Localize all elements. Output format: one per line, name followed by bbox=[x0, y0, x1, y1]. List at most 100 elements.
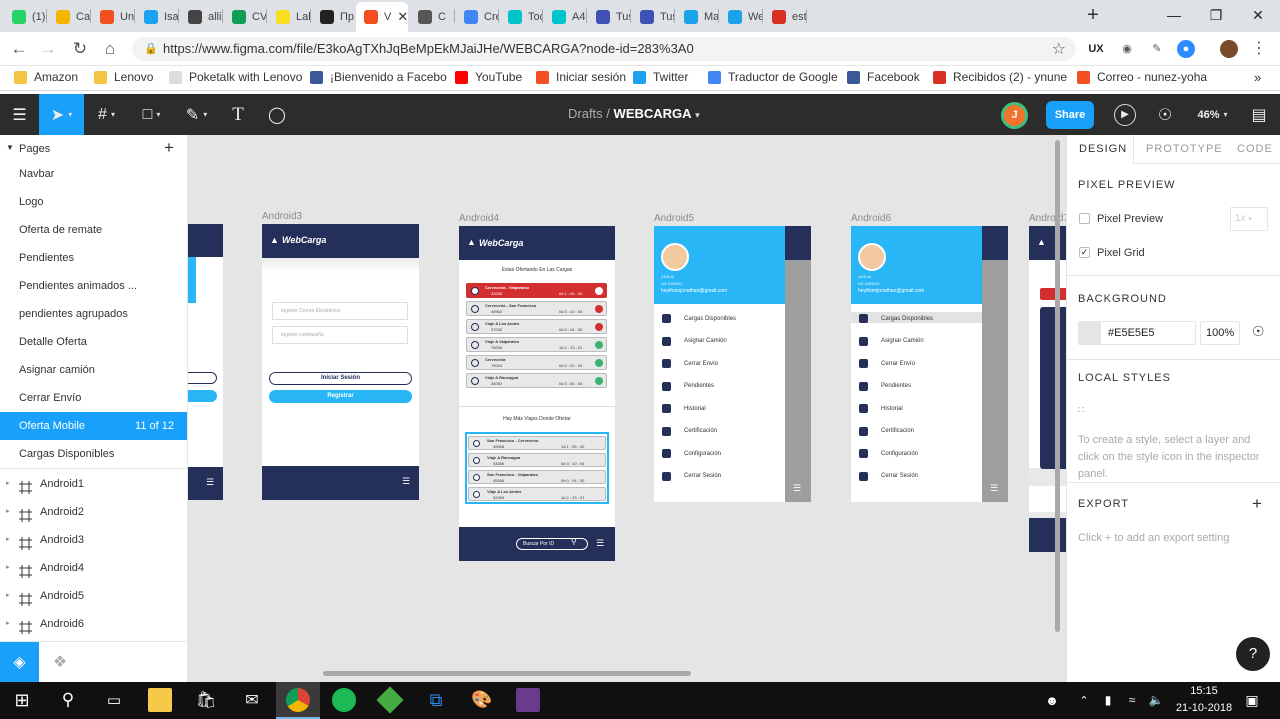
forward-button[interactable]: → bbox=[38, 39, 58, 59]
frame-android2[interactable]: ☰ bbox=[188, 224, 223, 500]
bookmark-item[interactable]: Correo - nunez-yoha bbox=[1077, 70, 1207, 84]
add-export-icon[interactable]: + bbox=[1252, 494, 1262, 514]
frame-label-android5[interactable]: Android5 bbox=[654, 213, 694, 224]
browser-tab[interactable]: allis bbox=[180, 2, 222, 32]
browser-tab[interactable]: Todc bbox=[500, 2, 542, 32]
back-button[interactable]: ← bbox=[9, 39, 29, 59]
people-icon[interactable]: ☻ bbox=[1040, 688, 1064, 712]
home-icon[interactable]: ⌂ bbox=[100, 39, 120, 59]
clock-time[interactable]: 15:15 bbox=[1173, 685, 1235, 697]
bookmark-item[interactable]: Twitter bbox=[633, 70, 688, 84]
vscode-icon[interactable]: ⧉ bbox=[424, 688, 448, 712]
frame-android3[interactable]: ▲ WebCarga Ingrese Correo Electrónico In… bbox=[262, 224, 419, 500]
browser-tab[interactable]: Labc bbox=[268, 2, 310, 32]
pixel-preview-checkbox[interactable] bbox=[1079, 213, 1090, 224]
clock-date[interactable]: 21-10-2018 bbox=[1173, 702, 1235, 714]
layer-row[interactable]: ▸ Android3 bbox=[0, 526, 187, 554]
bookmark-item[interactable]: Poketalk with Lenovo bbox=[169, 70, 302, 84]
help-button[interactable]: ? bbox=[1236, 637, 1270, 671]
new-tab-button[interactable]: + bbox=[1083, 4, 1103, 26]
page-item[interactable]: Navbar bbox=[0, 160, 187, 188]
library-book-icon[interactable]: ▤ bbox=[1244, 94, 1274, 135]
browser-tab[interactable]: Tus bbox=[588, 2, 630, 32]
bookmark-item[interactable]: YouTube bbox=[455, 70, 522, 84]
browser-tab[interactable]: Web bbox=[720, 2, 762, 32]
horizontal-scrollbar[interactable] bbox=[323, 671, 691, 676]
bookmark-item[interactable]: Facebook bbox=[847, 70, 920, 84]
url-bar[interactable]: 🔒 https://www.figma.com/file/E3koAgTXhJq… bbox=[132, 37, 1076, 61]
profile-avatar[interactable] bbox=[1220, 40, 1238, 58]
expand-caret-icon[interactable]: ▸ bbox=[6, 610, 10, 638]
zoom-extension-icon[interactable]: ● bbox=[1177, 40, 1195, 58]
mail-icon[interactable]: ✉ bbox=[240, 688, 264, 712]
layers-icon[interactable]: ◈ bbox=[0, 642, 39, 683]
git-icon[interactable] bbox=[376, 686, 404, 714]
bookmark-item[interactable]: Lenovo bbox=[94, 70, 153, 84]
volume-icon[interactable]: 🔈 bbox=[1144, 688, 1168, 712]
browser-tab[interactable]: V ✕ bbox=[356, 2, 408, 32]
ux-extension-icon[interactable]: UX bbox=[1087, 40, 1105, 58]
store-icon[interactable]: 🛍 bbox=[194, 688, 218, 712]
expand-caret-icon[interactable]: ▸ bbox=[6, 470, 10, 498]
close-window-button[interactable]: ✕ bbox=[1244, 4, 1272, 26]
vertical-scrollbar[interactable] bbox=[1055, 140, 1060, 632]
frame-android7[interactable]: ▲ bbox=[1029, 226, 1066, 552]
file-explorer-icon[interactable] bbox=[148, 688, 172, 712]
reload-button[interactable]: ↻ bbox=[70, 39, 90, 59]
browser-tab[interactable]: CV E bbox=[224, 2, 266, 32]
page-item[interactable]: Asignar camión bbox=[0, 356, 187, 384]
frame-android4[interactable]: ▲ WebCarga Estas Ofertando En Las Cargas… bbox=[459, 226, 615, 561]
pen-tool[interactable]: ✎ ▾ bbox=[174, 94, 219, 135]
layer-row[interactable]: ▸ Android6 bbox=[0, 610, 187, 638]
browser-tab[interactable]: Tus bbox=[632, 2, 674, 32]
zoom-menu[interactable]: 46% ▾ bbox=[1190, 94, 1235, 135]
collapse-caret-icon[interactable]: ▼ bbox=[6, 143, 14, 152]
notifications-icon[interactable]: ▣ bbox=[1240, 688, 1264, 712]
browser-tab[interactable]: (1) V bbox=[4, 2, 46, 32]
chrome-menu-icon[interactable]: ⋮ bbox=[1250, 40, 1268, 58]
windows-start-icon[interactable]: ⊞ bbox=[10, 688, 34, 712]
page-item[interactable]: Logo bbox=[0, 188, 187, 216]
comment-tool[interactable]: ◯ bbox=[257, 94, 297, 135]
page-item[interactable]: Pendientes animados ... bbox=[0, 272, 187, 300]
file-name[interactable]: WEBCARGA bbox=[614, 106, 692, 121]
expand-caret-icon[interactable]: ▸ bbox=[6, 582, 10, 610]
chevron-up-icon[interactable]: ⌃ bbox=[1072, 688, 1096, 712]
tab-code[interactable]: CODE bbox=[1237, 135, 1273, 163]
add-page-icon[interactable]: + bbox=[164, 138, 174, 158]
components-icon[interactable]: ❖ bbox=[48, 642, 72, 683]
frame-label-android6[interactable]: Android6 bbox=[851, 213, 891, 224]
browser-tab[interactable]: Unti bbox=[92, 2, 134, 32]
avatar[interactable]: J bbox=[1001, 102, 1028, 129]
browser-tab[interactable]: Isa F bbox=[136, 2, 178, 32]
background-opacity-field[interactable]: 100% bbox=[1200, 321, 1240, 345]
layer-row[interactable]: ▸ Android4 bbox=[0, 554, 187, 582]
spotify-icon[interactable] bbox=[332, 688, 356, 712]
visibility-eye-icon[interactable]: ☉ bbox=[1252, 323, 1265, 340]
battery-icon[interactable]: ▮ bbox=[1096, 688, 1120, 712]
background-color-field[interactable]: #E5E5E5 bbox=[1078, 321, 1196, 345]
browser-tab[interactable]: Crea bbox=[456, 2, 498, 32]
page-item[interactable]: Cerrar Envío bbox=[0, 384, 187, 412]
breadcrumb[interactable]: Drafts / WEBCARGA ▾ bbox=[568, 106, 700, 121]
page-item[interactable]: Detalle Oferta bbox=[0, 328, 187, 356]
eyedropper-extension-icon[interactable]: ✎ bbox=[1148, 40, 1166, 58]
minimize-button[interactable]: — bbox=[1160, 4, 1188, 26]
restore-button[interactable]: ❐ bbox=[1202, 4, 1230, 26]
frame-label-android3[interactable]: Android3 bbox=[262, 211, 302, 222]
pixel-scale-select[interactable]: 1x ▾ bbox=[1230, 207, 1268, 231]
view-eye-icon[interactable]: ☉ bbox=[1150, 94, 1180, 135]
browser-tab[interactable]: Mar bbox=[676, 2, 718, 32]
pages-header[interactable]: ▼ Pages + bbox=[0, 135, 187, 162]
expand-caret-icon[interactable]: ▸ bbox=[6, 554, 10, 582]
frame-label-android4[interactable]: Android4 bbox=[459, 213, 499, 224]
expand-caret-icon[interactable]: ▸ bbox=[6, 498, 10, 526]
layer-row[interactable]: ▸ Android2 bbox=[0, 498, 187, 526]
layer-row[interactable]: ▸ Android5 bbox=[0, 582, 187, 610]
breadcrumb-drafts[interactable]: Drafts bbox=[568, 106, 603, 121]
page-item[interactable]: Cargas Disponibles bbox=[0, 440, 187, 468]
browser-tab[interactable]: Пре bbox=[312, 2, 354, 32]
frame-android6[interactable]: ¡HOLA! UX CARGO heythomjonathan@gmail.co… bbox=[851, 226, 1008, 502]
search-icon[interactable]: ⚲ bbox=[56, 688, 80, 712]
more-bookmarks-icon[interactable]: » bbox=[1254, 70, 1261, 85]
